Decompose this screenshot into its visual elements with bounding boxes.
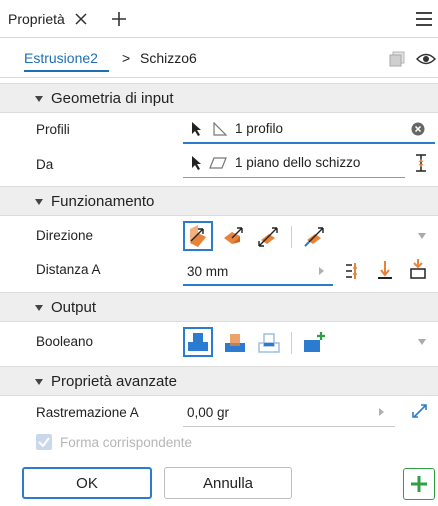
plus-icon (411, 476, 427, 492)
section-title: Proprietà avanzate (51, 373, 177, 390)
field-underline (183, 177, 405, 178)
section-title: Geometria di input (51, 90, 174, 107)
close-icon[interactable] (73, 11, 89, 27)
taper-value: 0,00 gr (187, 405, 230, 420)
flip-taper-icon[interactable] (411, 402, 429, 420)
field-underline (183, 142, 435, 144)
chevron-right-icon[interactable] (319, 267, 324, 275)
toolbar-divider (291, 332, 292, 354)
profiles-selector[interactable]: 1 profilo (183, 114, 435, 144)
cube-icon[interactable] (389, 51, 405, 67)
distance-mode-icon[interactable] (344, 262, 360, 280)
flip-extents-icon[interactable] (415, 154, 427, 172)
section-advanced[interactable]: Proprietà avanzate (0, 366, 438, 396)
cancel-button[interactable]: Annulla (164, 467, 292, 499)
tab-properties[interactable]: Proprietà (0, 0, 102, 38)
collapse-arrow-icon (35, 96, 43, 102)
collapse-arrow-icon (35, 305, 43, 311)
checkmark-icon (38, 437, 50, 448)
chevron-down-icon[interactable] (418, 233, 426, 239)
ok-button[interactable]: OK (22, 467, 152, 499)
section-title: Output (51, 299, 97, 316)
chevron-down-icon[interactable] (418, 339, 426, 345)
breadcrumb-current: Schizzo6 (140, 50, 197, 66)
collapse-arrow-icon (35, 199, 43, 205)
profiles-value: 1 profilo (235, 121, 284, 136)
breadcrumb-underline (24, 70, 109, 72)
from-selector[interactable]: 1 piano dello schizzo (183, 148, 405, 178)
section-input-geometry[interactable]: Geometria di input (0, 83, 438, 113)
to-face-icon[interactable] (377, 260, 393, 280)
intersect-icon[interactable] (256, 330, 282, 356)
tab-label: Proprietà (8, 11, 65, 27)
menu-icon[interactable] (414, 10, 434, 28)
direction-asymmetric-icon[interactable] (301, 224, 327, 250)
field-underline (183, 426, 395, 427)
section-output[interactable]: Output (0, 292, 438, 322)
new-solid-icon[interactable] (301, 330, 327, 356)
tab-bar: Proprietà (0, 0, 438, 38)
apply-new-button[interactable] (403, 468, 435, 500)
boolean-label: Booleano (36, 334, 94, 349)
join-icon (188, 333, 208, 351)
collapse-arrow-icon (35, 379, 43, 385)
direction-default-button[interactable] (183, 221, 213, 251)
through-all-icon[interactable] (409, 258, 427, 280)
cut-icon[interactable] (222, 330, 248, 356)
taper-label: Rastremazione A (36, 405, 139, 420)
match-shape-label: Forma corrispondente (60, 435, 193, 450)
boolean-join-button[interactable] (183, 327, 213, 357)
distance-input[interactable]: 30 mm (183, 256, 333, 286)
section-title: Funzionamento (51, 193, 155, 210)
distance-label: Distanza A (36, 262, 101, 277)
add-tab-icon[interactable] (110, 10, 128, 28)
taper-input[interactable]: 0,00 gr (183, 397, 395, 427)
eye-icon[interactable] (415, 52, 437, 66)
direction-flipped-icon[interactable] (220, 224, 246, 250)
section-behavior[interactable]: Funzionamento (0, 186, 438, 216)
profile-icon (213, 122, 227, 136)
profiles-label: Profili (36, 122, 70, 137)
field-underline (183, 284, 333, 286)
distance-value: 30 mm (187, 264, 229, 279)
select-cursor-icon (192, 122, 201, 136)
breadcrumb-separator: > (122, 50, 131, 66)
toolbar-divider (291, 226, 292, 248)
chevron-right-icon[interactable] (379, 408, 384, 416)
select-cursor-icon (192, 156, 201, 170)
clear-icon[interactable] (411, 122, 425, 136)
direction-label: Direzione (36, 228, 94, 243)
breadcrumb: Estrusione2 > Schizzo6 (0, 38, 438, 78)
from-value: 1 piano dello schizzo (235, 155, 361, 170)
match-shape-checkbox[interactable] (36, 434, 52, 450)
from-label: Da (36, 157, 54, 172)
direction-default-icon (190, 225, 206, 247)
sketch-plane-icon (209, 157, 227, 169)
direction-symmetric-icon[interactable] (255, 224, 281, 250)
breadcrumb-parent-link[interactable]: Estrusione2 (24, 50, 98, 66)
